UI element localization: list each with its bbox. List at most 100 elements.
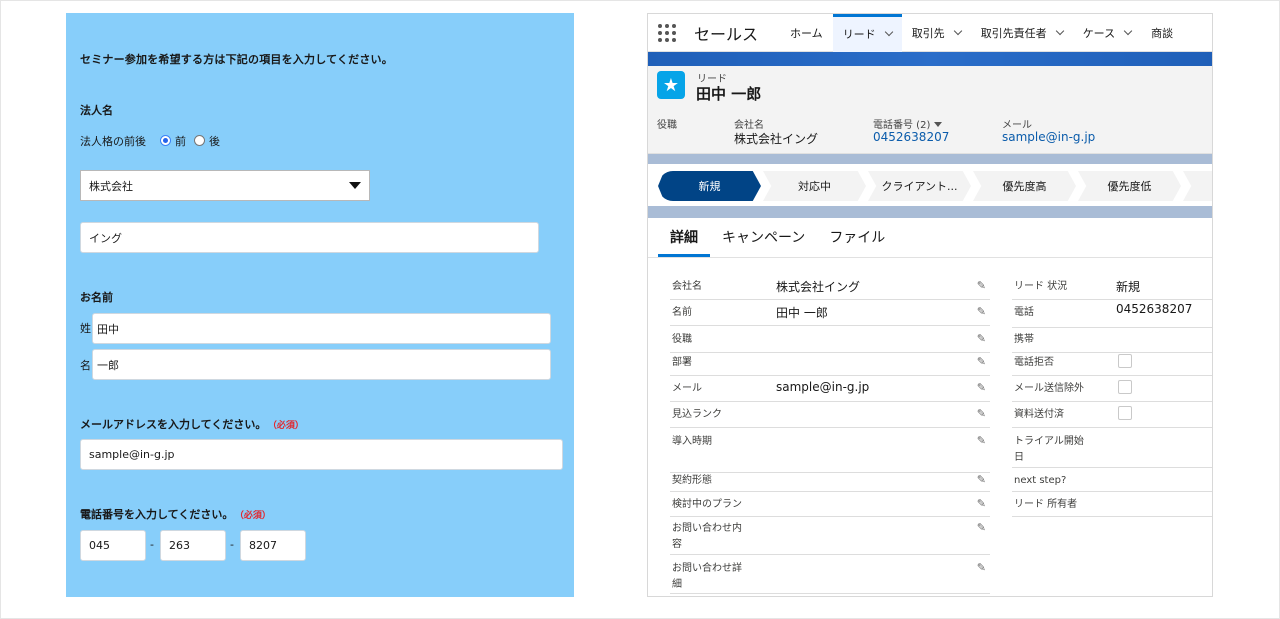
nav-tab-accounts[interactable]: 取引先 bbox=[902, 14, 971, 52]
field-row-phone: 電話 0452638207 bbox=[1012, 302, 1212, 328]
app-name: セールス bbox=[694, 24, 759, 44]
nav-tab-contacts-label: 取引先責任者 bbox=[980, 26, 1047, 40]
field-label: next step? bbox=[1014, 475, 1067, 486]
field-row-plan: 検討中のプラン ✎ bbox=[670, 497, 990, 517]
corp-type-value: 株式会社 bbox=[89, 179, 133, 193]
sales-path: 新規 対応中 クライアント... 優先度高 優先度低 商 bbox=[658, 171, 1212, 201]
nav-tab-home[interactable]: ホーム bbox=[780, 14, 833, 52]
field-value[interactable]: 0452638207 bbox=[1116, 302, 1192, 316]
email-required-badge: （必須） bbox=[272, 421, 304, 431]
field-label: 導入時期 bbox=[672, 436, 712, 447]
radio-before[interactable] bbox=[160, 135, 171, 146]
nav-tab-leads[interactable]: リード bbox=[832, 14, 902, 52]
field-label: お問い合わせ内容 bbox=[672, 523, 742, 550]
header-phone-value[interactable]: 0452638207 bbox=[873, 130, 949, 144]
dropdown-triangle-icon[interactable] bbox=[934, 122, 943, 127]
checkbox[interactable] bbox=[1118, 380, 1132, 394]
chevron-down-icon[interactable] bbox=[1055, 26, 1064, 35]
pencil-icon[interactable]: ✎ bbox=[977, 305, 986, 318]
tab-files[interactable]: ファイル bbox=[817, 227, 897, 257]
field-label: 役職 bbox=[672, 334, 692, 345]
pencil-icon[interactable]: ✎ bbox=[977, 381, 986, 394]
salesforce-lead-record: セールス ホーム リード 取引先 取引先責任者 ケース 商談 ★ リード 田中 … bbox=[647, 13, 1213, 597]
corp-type-label: 法人格の前後 bbox=[80, 135, 146, 148]
pencil-icon[interactable]: ✎ bbox=[977, 407, 986, 420]
field-label: 会社名 bbox=[672, 281, 702, 292]
nav-tab-opportunities[interactable]: 商談 bbox=[1141, 14, 1183, 52]
phone-input-1[interactable]: 045 bbox=[80, 530, 146, 561]
path-step-low[interactable]: 優先度低 bbox=[1078, 171, 1181, 201]
pencil-icon[interactable]: ✎ bbox=[977, 497, 986, 510]
global-nav: セールス ホーム リード 取引先 取引先責任者 ケース 商談 bbox=[648, 14, 1212, 52]
chevron-down-icon[interactable] bbox=[884, 27, 893, 37]
app-launcher-icon[interactable] bbox=[658, 23, 676, 42]
path-banner-top bbox=[648, 154, 1212, 164]
field-label: お問い合わせ詳細 bbox=[672, 563, 742, 590]
phone-required-badge: （必須） bbox=[239, 511, 271, 521]
field-row-company: 会社名 株式会社イング ✎ bbox=[670, 279, 990, 300]
chevron-down-icon[interactable] bbox=[953, 26, 962, 35]
tab-campaigns[interactable]: キャンペーン bbox=[710, 227, 817, 257]
path-step-client[interactable]: クライアント... bbox=[868, 171, 971, 201]
field-label: 電話拒否 bbox=[1014, 357, 1054, 368]
corp-type-select[interactable]: 株式会社 bbox=[80, 170, 370, 201]
pencil-icon[interactable]: ✎ bbox=[977, 561, 986, 574]
first-name-label: 名 bbox=[80, 359, 91, 372]
pencil-icon[interactable]: ✎ bbox=[977, 521, 986, 534]
field-row-materials-sent: 資料送付済 bbox=[1012, 406, 1212, 428]
radio-after[interactable] bbox=[194, 135, 205, 146]
email-value: sample@in-g.jp bbox=[89, 448, 175, 461]
name-heading: お名前 bbox=[80, 291, 113, 304]
last-name-input[interactable]: 田中 bbox=[92, 313, 551, 344]
field-row-next-step: next step? bbox=[1012, 473, 1212, 492]
header-email-value[interactable]: sample@in-g.jp bbox=[1002, 130, 1095, 144]
pencil-icon[interactable]: ✎ bbox=[977, 434, 986, 447]
last-name-label: 姓 bbox=[80, 322, 91, 335]
field-row-department: 部署 ✎ bbox=[670, 355, 990, 376]
corp-name-input[interactable]: イング bbox=[80, 222, 539, 253]
phone-input-2[interactable]: 263 bbox=[160, 530, 226, 561]
nav-tab-cases[interactable]: ケース bbox=[1073, 14, 1141, 52]
checkbox[interactable] bbox=[1118, 354, 1132, 368]
pencil-icon[interactable]: ✎ bbox=[977, 279, 986, 292]
pencil-icon[interactable]: ✎ bbox=[977, 355, 986, 368]
path-step-next[interactable]: 商 bbox=[1183, 171, 1212, 201]
corp-name-value: イング bbox=[89, 231, 122, 245]
detail-tabs: 詳細 キャンペーン ファイル bbox=[648, 218, 1212, 258]
field-label: 検討中のプラン bbox=[672, 499, 742, 510]
field-label: メール送信除外 bbox=[1014, 383, 1084, 394]
field-label: 名前 bbox=[672, 307, 692, 318]
nav-tab-contacts[interactable]: 取引先責任者 bbox=[971, 14, 1073, 52]
path-step-new[interactable]: 新規 bbox=[658, 171, 761, 201]
header-title-label: 役職 bbox=[657, 120, 677, 131]
chevron-down-icon[interactable] bbox=[1123, 26, 1133, 35]
tab-details[interactable]: 詳細 bbox=[658, 227, 710, 257]
phone-input-3[interactable]: 8207 bbox=[240, 530, 306, 561]
nav-tab-home-label: ホーム bbox=[790, 26, 823, 40]
field-row-title: 役職 ✎ bbox=[670, 332, 990, 353]
email-input[interactable]: sample@in-g.jp bbox=[80, 439, 563, 470]
field-value: 株式会社イング bbox=[776, 280, 861, 294]
checkbox[interactable] bbox=[1118, 406, 1132, 420]
path-step-high[interactable]: 優先度高 bbox=[973, 171, 1076, 201]
nav-tab-leads-label: リード bbox=[842, 28, 876, 41]
header-company-value: 株式会社イング bbox=[734, 132, 819, 146]
field-row-rank: 見込ランク ✎ bbox=[670, 407, 990, 428]
header-company-label: 会社名 bbox=[734, 120, 764, 131]
corp-name-heading: 法人名 bbox=[80, 104, 113, 117]
first-name-input[interactable]: 一郎 bbox=[92, 349, 551, 380]
field-label: トライアル開始日 bbox=[1014, 436, 1084, 463]
pencil-icon[interactable]: ✎ bbox=[977, 332, 986, 345]
seminar-form: セミナー参加を希望する方は下記の項目を入力してください。 法人名 法人格の前後 前… bbox=[66, 13, 574, 597]
field-label: 部署 bbox=[672, 357, 692, 368]
last-name-value: 田中 bbox=[97, 322, 119, 336]
pencil-icon[interactable]: ✎ bbox=[977, 473, 986, 486]
phone-value-1: 045 bbox=[89, 539, 110, 552]
field-label: 契約形態 bbox=[672, 475, 712, 486]
nav-tab-cases-label: ケース bbox=[1082, 26, 1116, 40]
path-step-working[interactable]: 対応中 bbox=[763, 171, 866, 201]
field-row-status: リード 状況 新規 bbox=[1012, 279, 1212, 300]
header-phone-label-wrap[interactable]: 電話番号 (2) bbox=[873, 116, 943, 131]
field-value[interactable]: sample@in-g.jp bbox=[776, 380, 869, 394]
field-label: リード 所有者 bbox=[1014, 499, 1078, 510]
